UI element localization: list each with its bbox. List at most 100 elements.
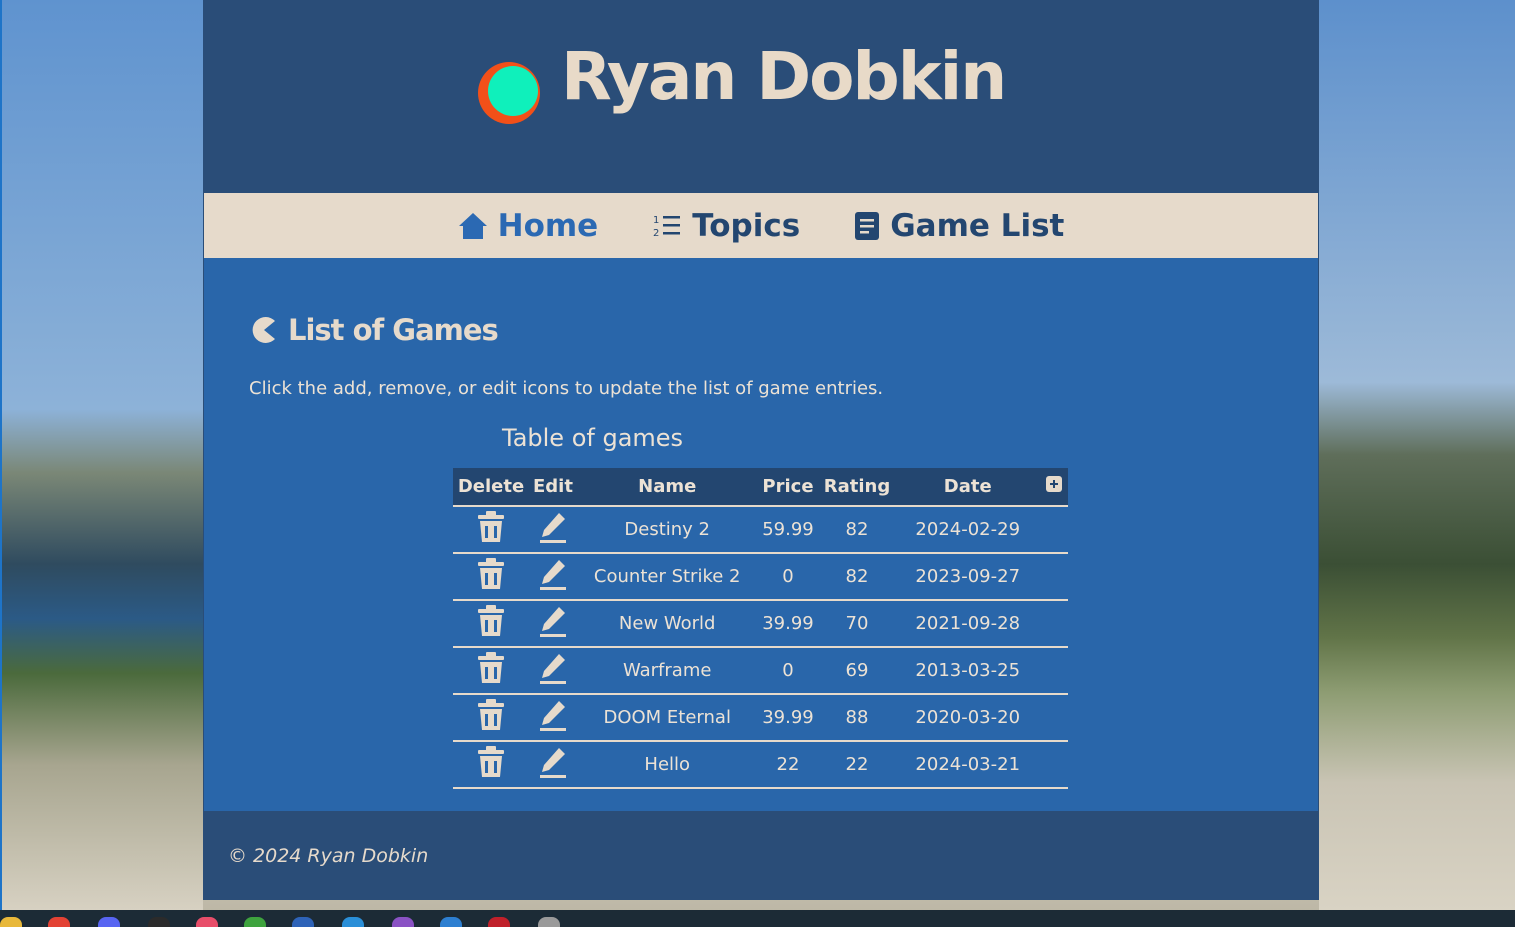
nav-label-topics: Topics: [692, 207, 801, 244]
nav-label-home: Home: [497, 207, 599, 244]
table-row: Destiny 2 59.99 82 2024-02-29: [453, 506, 1068, 554]
pacman-icon: [252, 317, 275, 343]
windows-taskbar: [0, 910, 1515, 927]
app-icon[interactable]: [148, 917, 170, 927]
game-date: 2024-02-29: [895, 506, 1040, 554]
delete-cell: [453, 506, 529, 554]
delete-cell: [453, 741, 529, 789]
table-row: Warframe 0 69 2013-03-25: [453, 647, 1068, 695]
game-name: Hello: [576, 741, 758, 789]
column-header-date: Date: [895, 468, 1040, 506]
game-price: 22: [757, 741, 819, 789]
file-explorer-icon[interactable]: [0, 917, 22, 927]
edit-cell: [528, 600, 577, 648]
pencil-icon[interactable]: [539, 699, 567, 736]
add-game-button[interactable]: [1040, 468, 1068, 506]
game-rating: 82: [818, 553, 896, 601]
trash-icon[interactable]: [476, 605, 506, 642]
game-rating: 22: [818, 741, 896, 789]
row-spacer: [1040, 600, 1068, 648]
copyright-text: © 2024 Ryan Dobkin: [228, 845, 429, 867]
game-rating: 69: [818, 647, 896, 695]
numbered-list-icon: 1 2: [653, 215, 681, 239]
row-spacer: [1040, 553, 1068, 601]
trash-icon[interactable]: [476, 652, 506, 689]
trash-icon[interactable]: [476, 746, 506, 783]
column-header-price: Price: [757, 468, 819, 506]
row-spacer: [1040, 506, 1068, 554]
plus-square-icon: [1046, 476, 1062, 492]
game-price: 39.99: [757, 694, 819, 742]
main-nav: Home 1 2 Topics Game List: [204, 193, 1318, 258]
vscode-icon[interactable]: [342, 917, 364, 927]
site-logo: [478, 62, 540, 124]
edit-cell: [528, 647, 577, 695]
nav-item-topics[interactable]: 1 2 Topics: [652, 208, 800, 244]
edit-cell: [528, 741, 577, 789]
trash-icon[interactable]: [476, 558, 506, 595]
game-rating: 82: [818, 506, 896, 554]
delete-cell: [453, 694, 529, 742]
table-row: DOOM Eternal 39.99 88 2020-03-20: [453, 694, 1068, 742]
game-rating: 88: [818, 694, 896, 742]
mail-icon[interactable]: [440, 917, 462, 927]
page-title: List of Games: [288, 313, 499, 347]
pencil-icon[interactable]: [539, 511, 567, 548]
word-icon[interactable]: [292, 917, 314, 927]
pencil-icon[interactable]: [539, 652, 567, 689]
site-header: Ryan Dobkin: [203, 0, 1319, 193]
table-header-row: Delete Edit Name Price Rating Date: [453, 468, 1068, 506]
edit-cell: [528, 694, 577, 742]
column-header-rating: Rating: [818, 468, 896, 506]
trash-icon[interactable]: [476, 699, 506, 736]
game-date: 2023-09-27: [895, 553, 1040, 601]
game-name: New World: [576, 600, 758, 648]
section-heading: List of Games: [250, 313, 499, 347]
game-name: Warframe: [576, 647, 758, 695]
table-row: New World 39.99 70 2021-09-28: [453, 600, 1068, 648]
svg-text:1: 1: [653, 215, 659, 226]
edit-cell: [528, 506, 577, 554]
nav-label-game-list: Game List: [890, 207, 1065, 244]
pencil-icon[interactable]: [539, 605, 567, 642]
game-date: 2020-03-20: [895, 694, 1040, 742]
pencil-icon[interactable]: [539, 558, 567, 595]
home-icon: [458, 212, 487, 239]
spotify-icon[interactable]: [244, 917, 266, 927]
game-name: Counter Strike 2: [576, 553, 758, 601]
document-icon: [855, 211, 880, 240]
delete-cell: [453, 600, 529, 648]
pencil-icon[interactable]: [539, 746, 567, 783]
filezilla-icon[interactable]: [488, 917, 510, 927]
column-header-delete: Delete: [453, 468, 529, 506]
desktop-wallpaper-right: [1319, 0, 1515, 910]
chrome-icon[interactable]: [48, 917, 70, 927]
game-name: Destiny 2: [576, 506, 758, 554]
trash-icon[interactable]: [476, 511, 506, 548]
discord-icon[interactable]: [98, 917, 120, 927]
music-icon[interactable]: [196, 917, 218, 927]
table-row: Hello 22 22 2024-03-21: [453, 741, 1068, 789]
column-header-edit: Edit: [528, 468, 577, 506]
intro-text: Click the add, remove, or edit icons to …: [249, 378, 884, 399]
table-caption: Table of games: [502, 424, 684, 452]
row-spacer: [1040, 694, 1068, 742]
edit-cell: [528, 553, 577, 601]
visual-studio-icon[interactable]: [392, 917, 414, 927]
game-price: 0: [757, 647, 819, 695]
row-spacer: [1040, 647, 1068, 695]
desktop-wallpaper-left: [0, 0, 203, 910]
column-header-name: Name: [576, 468, 758, 506]
main-content: List of Games Click the add, remove, or …: [204, 258, 1318, 811]
svg-text:2: 2: [653, 228, 659, 239]
game-rating: 70: [818, 600, 896, 648]
game-price: 0: [757, 553, 819, 601]
nav-item-game-list[interactable]: Game List: [854, 208, 1064, 244]
row-spacer: [1040, 741, 1068, 789]
game-date: 2021-09-28: [895, 600, 1040, 648]
game-price: 59.99: [757, 506, 819, 554]
game-date: 2024-03-21: [895, 741, 1040, 789]
site-title: Ryan Dobkin: [561, 38, 1007, 115]
app-icon-2[interactable]: [538, 917, 560, 927]
nav-item-home[interactable]: Home: [458, 207, 599, 244]
